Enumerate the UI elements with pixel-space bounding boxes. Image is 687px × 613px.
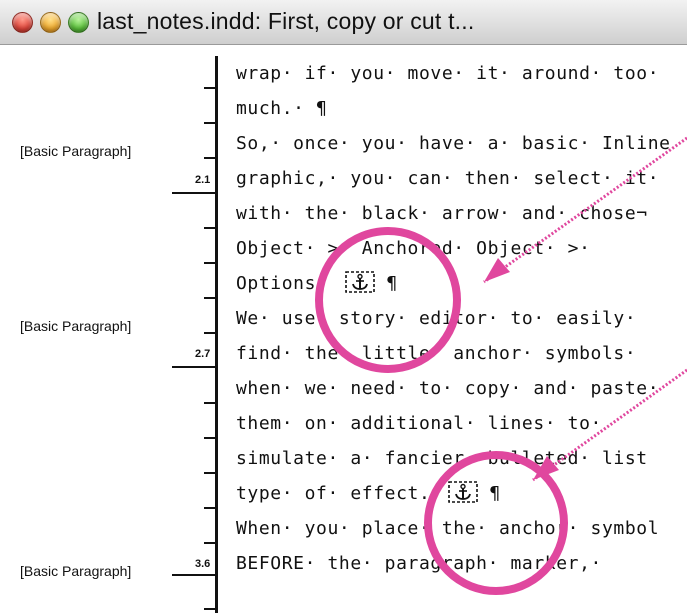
arrowhead: [484, 258, 510, 282]
pointer-arrow: [483, 136, 687, 284]
annotation-overlay: [315, 136, 687, 595]
highlight-circle: [315, 227, 461, 373]
pointer-arrow: [532, 368, 687, 482]
